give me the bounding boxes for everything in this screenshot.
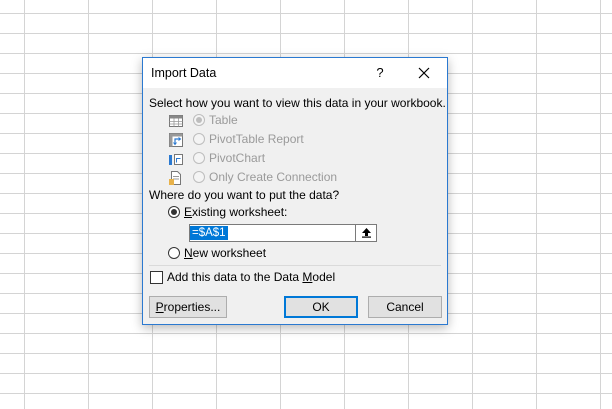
accel-key: P bbox=[155, 300, 164, 314]
new-worksheet-radio[interactable] bbox=[168, 247, 180, 259]
pivottable-radio[interactable] bbox=[193, 133, 205, 145]
pivottable-option-label: PivotTable Report bbox=[209, 132, 304, 146]
label-rest: xisting worksheet: bbox=[192, 205, 288, 219]
dialog-title: Import Data bbox=[151, 66, 217, 80]
label-rest: ew worksheet bbox=[192, 246, 267, 260]
range-value: =$A$1 bbox=[190, 226, 228, 240]
button-label: roperties... bbox=[163, 300, 221, 314]
radio-dot bbox=[171, 209, 177, 215]
data-model-checkbox[interactable] bbox=[150, 271, 163, 284]
properties-button[interactable]: Properties... bbox=[149, 296, 227, 318]
cancel-button[interactable]: Cancel bbox=[368, 296, 442, 318]
accel-key: M bbox=[302, 270, 313, 284]
pivotchart-icon bbox=[169, 154, 183, 165]
pivottable-icon bbox=[169, 133, 183, 147]
ok-button[interactable]: OK bbox=[284, 296, 358, 318]
collapse-arrow-icon bbox=[362, 228, 371, 238]
range-input[interactable]: =$A$1 bbox=[189, 224, 377, 242]
table-radio[interactable] bbox=[193, 114, 205, 126]
help-button[interactable]: ? bbox=[373, 65, 387, 80]
table-icon bbox=[169, 115, 183, 127]
existing-worksheet-radio[interactable] bbox=[168, 206, 180, 218]
dialog-titlebar[interactable]: Import Data ? bbox=[143, 58, 447, 88]
location-prompt: Where do you want to put the data? bbox=[149, 188, 340, 202]
import-data-dialog: Import Data ? Select how you want to vie… bbox=[142, 57, 448, 325]
view-prompt: Select how you want to view this data in… bbox=[149, 96, 446, 110]
pivotchart-option-label: PivotChart bbox=[209, 151, 266, 165]
separator bbox=[149, 265, 441, 266]
close-button[interactable] bbox=[413, 62, 435, 84]
collapse-dialog-button[interactable] bbox=[355, 224, 377, 242]
radio-dot bbox=[196, 117, 202, 123]
table-option-label: Table bbox=[209, 113, 238, 127]
new-worksheet-label: New worksheet bbox=[184, 246, 266, 260]
data-model-label: Add this data to the Data Model bbox=[167, 270, 335, 284]
connection-option-label: Only Create Connection bbox=[209, 170, 338, 184]
pivotchart-radio[interactable] bbox=[193, 152, 205, 164]
accel-key: E bbox=[184, 205, 193, 219]
connection-radio[interactable] bbox=[193, 171, 205, 183]
close-icon bbox=[418, 67, 430, 79]
connection-icon bbox=[169, 171, 181, 185]
label-after: odel bbox=[312, 270, 336, 284]
existing-worksheet-label: Existing worksheet: bbox=[184, 205, 287, 219]
label-before: Add this data to the Data bbox=[167, 270, 303, 284]
accel-key: N bbox=[184, 246, 193, 260]
